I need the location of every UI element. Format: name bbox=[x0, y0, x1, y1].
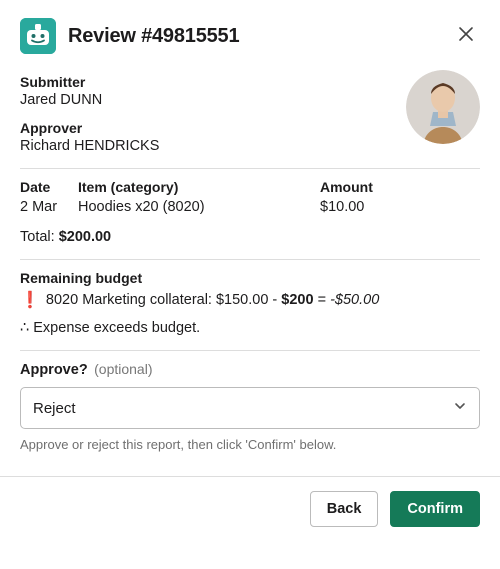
therefore-icon: ∴ bbox=[20, 320, 33, 336]
close-icon bbox=[458, 25, 474, 48]
divider bbox=[20, 259, 480, 260]
total-line: Total: $200.00 bbox=[20, 229, 480, 245]
budget-equals: = bbox=[314, 292, 331, 308]
confirm-button[interactable]: Confirm bbox=[390, 491, 480, 527]
close-button[interactable] bbox=[452, 22, 480, 50]
approve-optional: (optional) bbox=[94, 361, 152, 377]
line-item-row: 2 Mar Hoodies x20 (8020) $10.00 bbox=[20, 195, 480, 215]
divider bbox=[20, 350, 480, 351]
submitter-avatar bbox=[406, 70, 480, 144]
chevron-down-icon bbox=[453, 399, 467, 418]
remaining-budget-heading: Remaining budget bbox=[20, 270, 480, 286]
modal-footer: Back Confirm bbox=[0, 476, 500, 543]
budget-conclusion: ∴ Expense exceeds budget. bbox=[20, 320, 480, 336]
budget-prefix: 8020 Marketing collateral: $150.00 - bbox=[46, 292, 281, 308]
divider bbox=[20, 168, 480, 169]
row-item: Hoodies x20 (8020) bbox=[78, 199, 320, 215]
total-amount: $200.00 bbox=[59, 229, 111, 245]
approve-select[interactable]: Reject bbox=[20, 387, 480, 429]
app-icon bbox=[20, 18, 56, 54]
approve-select-value: Reject bbox=[33, 400, 453, 417]
modal-header: Review #49815551 bbox=[0, 0, 500, 68]
submitter-label: Submitter bbox=[20, 74, 396, 90]
approve-helper-text: Approve or reject this report, then clic… bbox=[20, 437, 480, 452]
modal-title: Review #49815551 bbox=[68, 25, 452, 48]
modal-body: Submitter Jared DUNN Approver Richard HE… bbox=[0, 68, 500, 462]
line-items-header: Date Item (category) Amount bbox=[20, 179, 480, 195]
total-label: Total: bbox=[20, 229, 59, 245]
approver-value: Richard HENDRICKS bbox=[20, 138, 396, 154]
budget-line: ❗ 8020 Marketing collateral: $150.00 - $… bbox=[20, 290, 480, 310]
approver-label: Approver bbox=[20, 120, 396, 136]
conclusion-text: Expense exceeds budget. bbox=[33, 320, 200, 336]
back-button[interactable]: Back bbox=[310, 491, 379, 527]
row-date: 2 Mar bbox=[20, 199, 78, 215]
budget-expense: $200 bbox=[281, 292, 313, 308]
approve-question: Approve? bbox=[20, 362, 88, 378]
approve-question-row: Approve? (optional) bbox=[20, 361, 480, 379]
budget-result: -$50.00 bbox=[330, 292, 379, 308]
col-item-header: Item (category) bbox=[78, 179, 320, 195]
review-modal: Review #49815551 Submitter Jared DUNN Ap… bbox=[0, 0, 500, 543]
col-date-header: Date bbox=[20, 179, 78, 195]
col-amount-header: Amount bbox=[320, 179, 480, 195]
submitter-value: Jared DUNN bbox=[20, 92, 396, 108]
row-amount: $10.00 bbox=[320, 199, 480, 215]
warning-icon: ❗ bbox=[20, 290, 40, 310]
